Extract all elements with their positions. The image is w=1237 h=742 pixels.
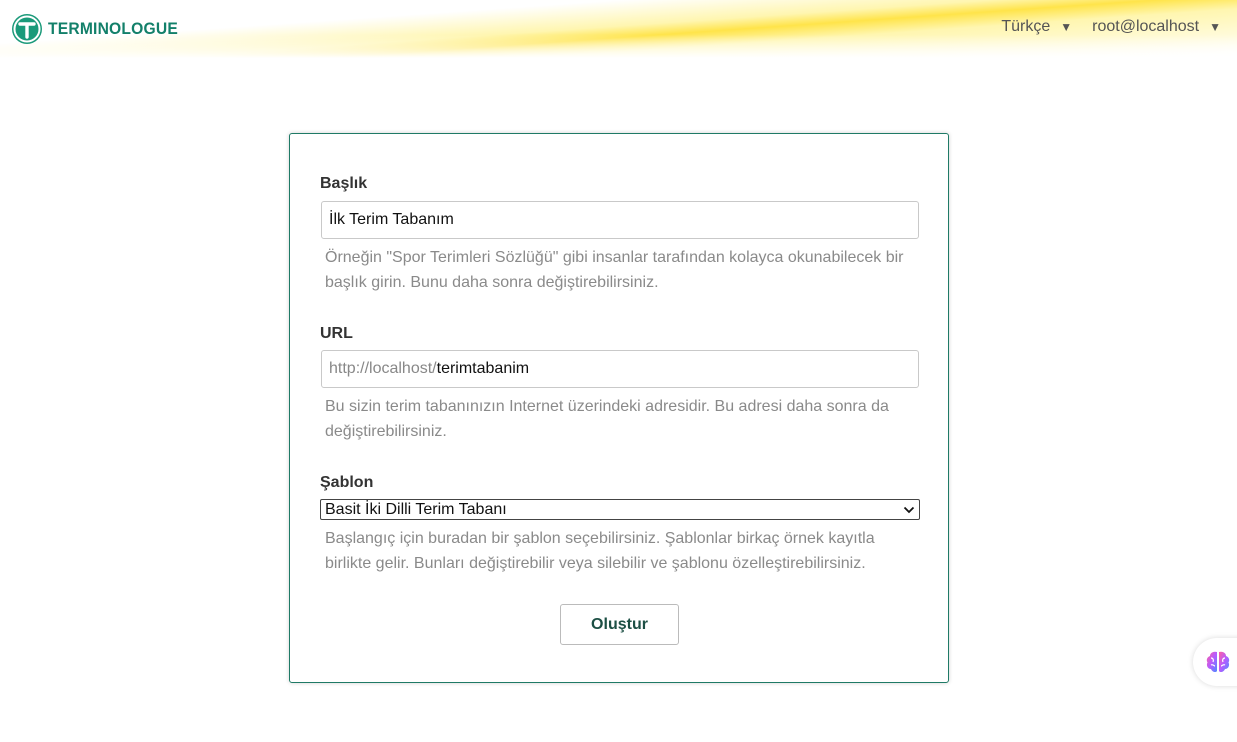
user-menu[interactable]: root@localhost ▼ [1092, 18, 1221, 36]
caret-down-icon: ▼ [1060, 20, 1073, 34]
title-hint: Örneğin "Spor Terimleri Sözlüğü" gibi in… [325, 249, 904, 291]
template-hint: Başlangıç için buradan bir şablon seçebi… [325, 530, 875, 572]
language-label: Türkçe [1001, 18, 1051, 35]
url-input-value: terimtabanim [436, 360, 530, 377]
caret-down-icon: ▼ [1209, 20, 1221, 34]
assistant-button[interactable] [1193, 638, 1237, 686]
chevron-down-icon [903, 506, 915, 514]
create-termbase-form: Başlık İlk Terim Tabanım Örneğin "Spor T… [289, 133, 949, 683]
top-nav: Türkçe ▼ root@localhost ▼ [1001, 18, 1221, 36]
terminologue-logo-icon [12, 14, 42, 44]
template-label: Şablon [320, 474, 374, 491]
title-label: Başlık [320, 175, 368, 192]
user-label: root@localhost [1092, 18, 1200, 35]
template-select-value: Basit İki Dilli Terim Tabanı [325, 500, 507, 518]
title-input-value: İlk Terim Tabanım [329, 211, 454, 228]
create-button[interactable]: Oluştur [560, 604, 679, 645]
title-input[interactable]: İlk Terim Tabanım [321, 201, 919, 239]
brand-name: TERMINOLOGUE [48, 19, 178, 38]
url-label: URL [320, 325, 353, 342]
url-input[interactable]: http://localhost/terimtabanim [321, 350, 919, 388]
template-select[interactable]: Basit İki Dilli Terim Tabanı [320, 499, 920, 520]
url-prefix: http://localhost/ [329, 360, 437, 377]
language-menu[interactable]: Türkçe ▼ [1001, 18, 1072, 36]
url-hint: Bu sizin terim tabanınızın Internet üzer… [325, 398, 889, 440]
brand-logo[interactable]: TERMINOLOGUE [12, 14, 189, 44]
